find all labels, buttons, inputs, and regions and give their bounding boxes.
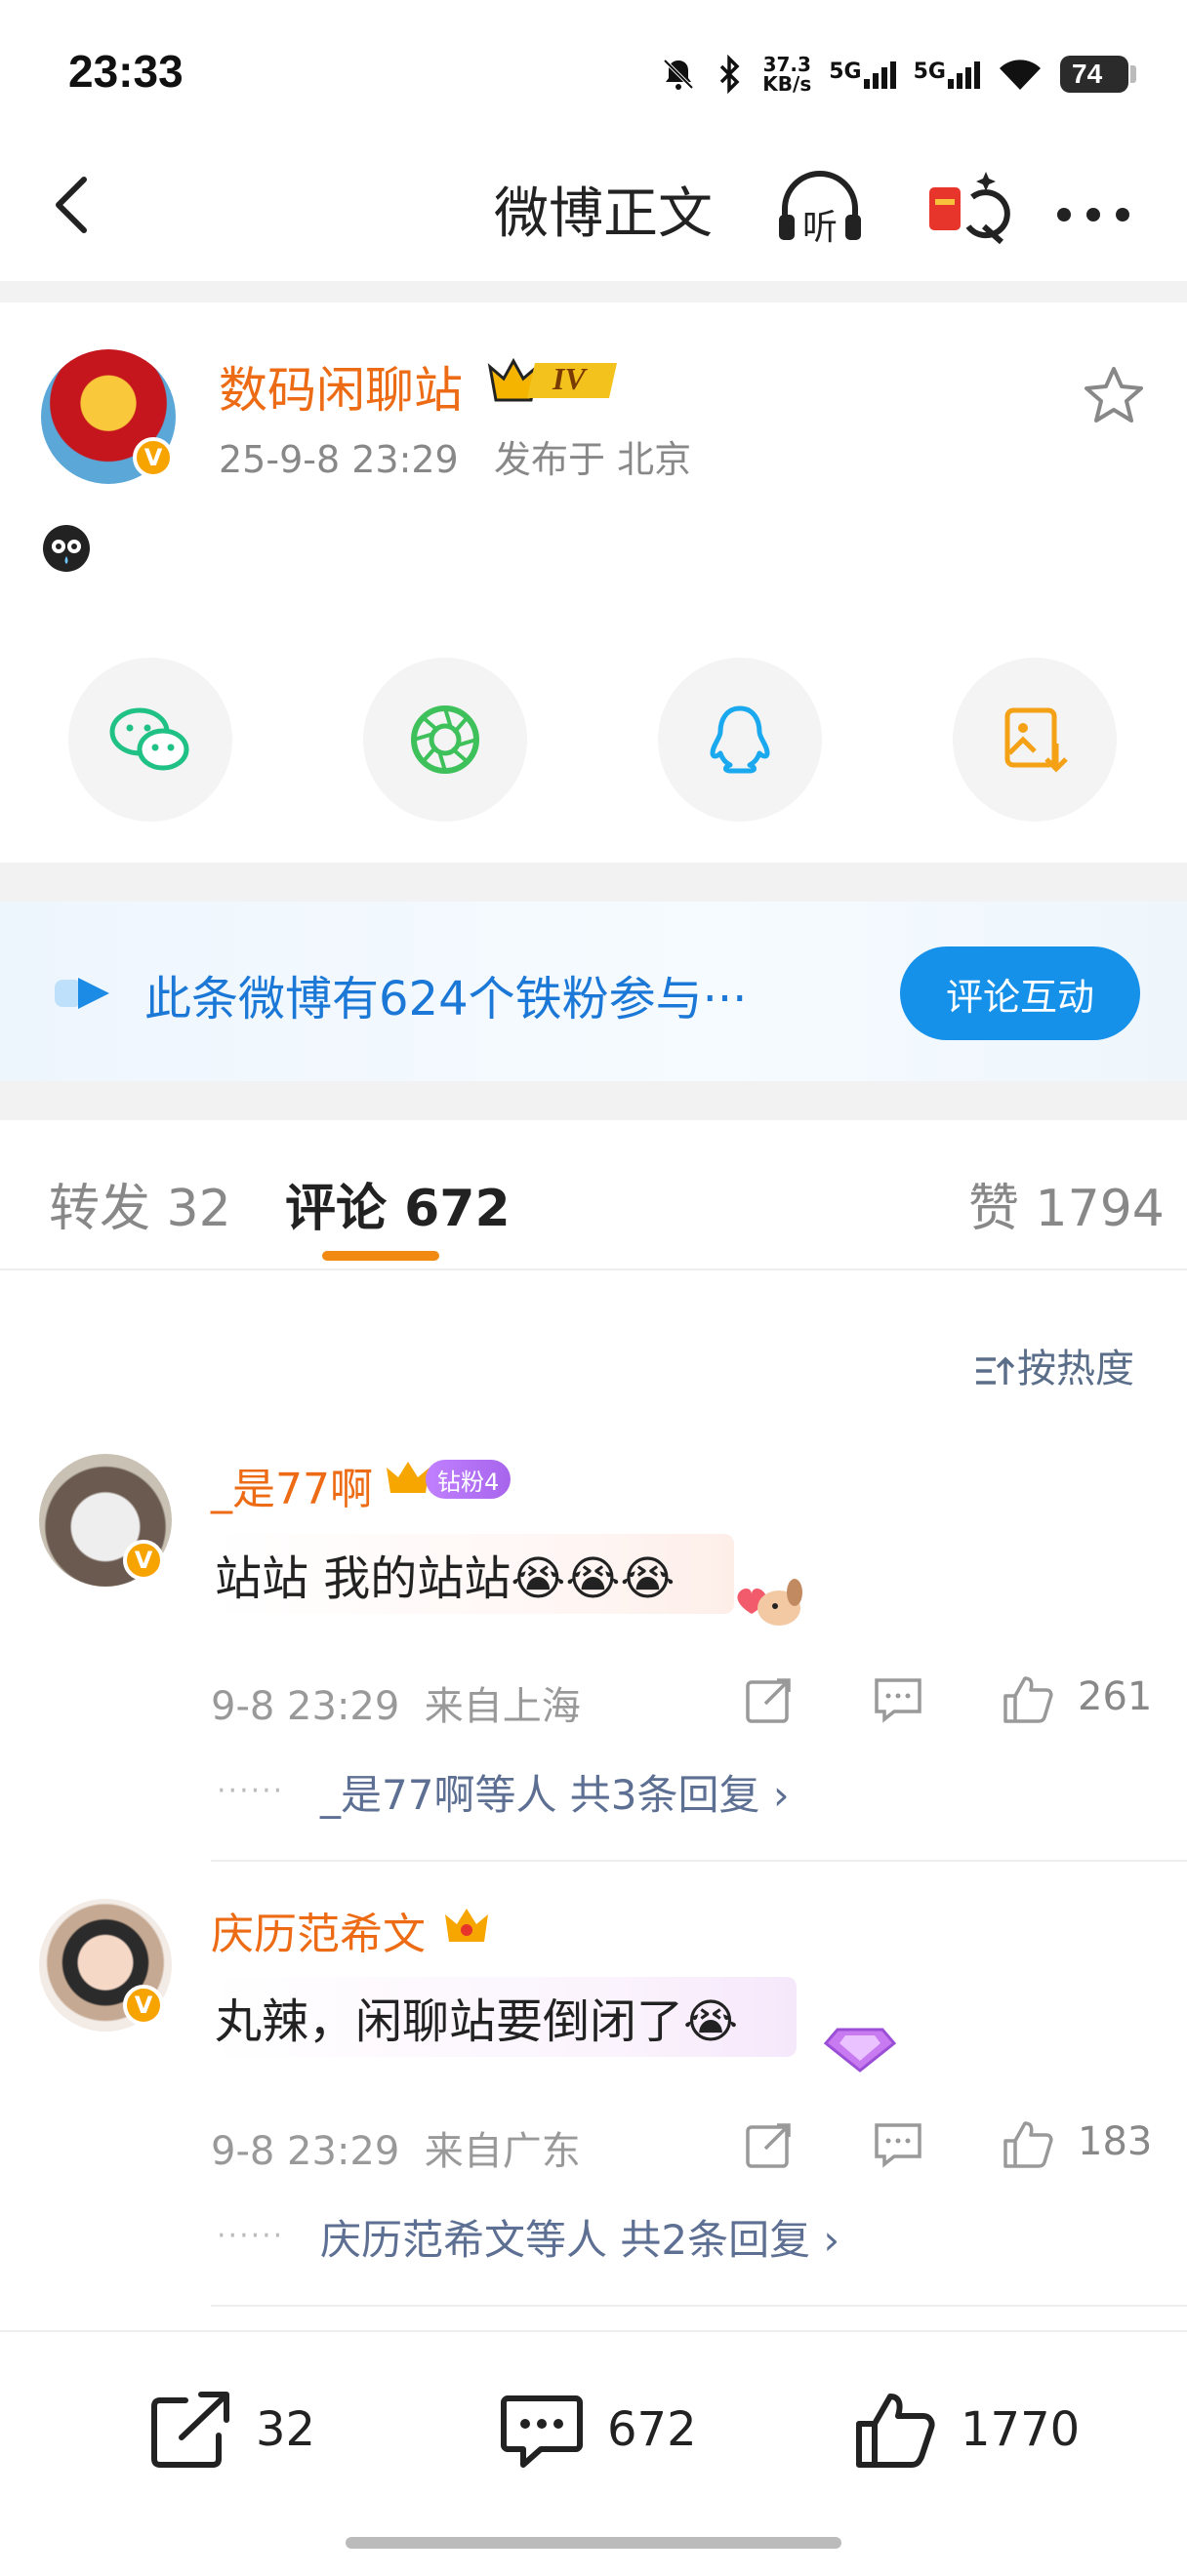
tab-like[interactable]: 赞 1794 xyxy=(968,1167,1165,1240)
like-comment-icon[interactable] xyxy=(1000,1672,1054,1727)
view-replies-link[interactable]: 庆历范希文等人 共2条回复 › xyxy=(320,2207,839,2267)
thumbs-up-icon xyxy=(856,2394,935,2468)
signal-bars-icon xyxy=(948,60,980,89)
comment-count: 672 xyxy=(607,2402,697,2457)
repost-count: 32 xyxy=(256,2402,316,2457)
section-divider xyxy=(0,863,1187,902)
listen-button[interactable]: 听 xyxy=(771,158,869,256)
verified-badge-icon: V xyxy=(123,1985,164,2026)
battery-indicator: 74 xyxy=(1060,56,1136,93)
section-divider xyxy=(0,281,1187,302)
repost-comment-icon[interactable] xyxy=(742,1672,797,1727)
repost-icon xyxy=(151,2392,229,2468)
sort-icon xyxy=(976,1356,1015,1385)
signal-1: 5G xyxy=(829,60,896,89)
fans-banner[interactable]: 此条微博有624个铁粉参与··· 评论互动 xyxy=(0,902,1187,1081)
sort-by-hot-button[interactable]: 按热度 xyxy=(974,1337,1134,1393)
active-tab-indicator xyxy=(322,1251,439,1261)
mute-bell-icon xyxy=(663,59,694,90)
comment-button[interactable]: 672 xyxy=(498,2389,697,2471)
share-qq-button[interactable] xyxy=(658,658,822,822)
comment-like-count: 183 xyxy=(1078,2119,1153,2164)
comment-interact-button[interactable]: 评论互动 xyxy=(900,946,1140,1040)
repost-button[interactable]: 32 xyxy=(146,2389,315,2471)
crying-emoji-icon xyxy=(43,525,90,572)
verified-badge-icon: V xyxy=(133,437,174,478)
like-button[interactable]: 1770 xyxy=(851,2389,1080,2471)
crown-icon xyxy=(445,1909,488,1942)
net-speed: 37.3 KB/s xyxy=(762,53,812,96)
comment-author[interactable]: _是77啊 xyxy=(211,1454,373,1516)
page-title: 微博正文 xyxy=(494,182,713,246)
comment-meta: 9-8 23:29 来自广东 xyxy=(211,2129,581,2174)
comment-author[interactable]: 庆历范希文 xyxy=(211,1899,426,1961)
status-icons: 37.3 KB/s 5G 5G 74 xyxy=(659,45,1136,103)
wifi-icon xyxy=(1000,60,1041,90)
post-location: 发布于 北京 xyxy=(493,438,692,481)
qq-penguin-icon xyxy=(710,705,770,774)
diamond-sticker-icon xyxy=(823,2028,897,2073)
comment-divider xyxy=(211,1860,1187,1862)
fans-banner-text: 此条微博有624个铁粉参与··· xyxy=(144,972,748,1026)
tab-divider xyxy=(0,1268,1187,1270)
comment-icon xyxy=(501,2395,583,2468)
comment-text: 丸辣，闲聊站要倒闭了😭 xyxy=(211,1977,798,2057)
signal-2: 5G xyxy=(914,60,980,89)
status-time: 23:33 xyxy=(68,46,184,97)
section-divider xyxy=(0,1081,1187,1120)
share-moments-button[interactable] xyxy=(363,658,527,822)
comment-text: 站站 我的站站😭😭😭 xyxy=(211,1534,734,1614)
reply-dots: ······ xyxy=(217,2219,285,2253)
reply-comment-icon[interactable] xyxy=(871,2117,925,2172)
signal-bars-icon xyxy=(863,60,896,89)
top-nav: 微博正文 听 xyxy=(0,146,1187,283)
comment-divider xyxy=(211,2305,1187,2307)
fans-arrow-icon xyxy=(55,978,109,1009)
reply-dots: ······ xyxy=(217,1774,285,1808)
share-wechat-button[interactable] xyxy=(68,658,232,822)
post-meta: 25-9-8 23:29 发布于 北京 xyxy=(219,429,691,483)
status-bar: 23:33 37.3 KB/s 5G 5G 74 xyxy=(0,0,1187,146)
like-count: 1770 xyxy=(961,2402,1081,2457)
comment-like-count: 261 xyxy=(1078,1674,1153,1719)
reply-comment-icon[interactable] xyxy=(871,1672,925,1727)
image-download-icon xyxy=(1004,707,1068,773)
puppy-sticker-icon xyxy=(737,1579,802,1626)
like-comment-icon[interactable] xyxy=(1000,2117,1054,2172)
repost-comment-icon[interactable] xyxy=(742,2117,797,2172)
moments-aperture-icon xyxy=(411,705,479,774)
back-arrow-icon[interactable] xyxy=(39,166,107,244)
member-crown-badge: IV xyxy=(484,353,621,408)
red-packet-icon[interactable] xyxy=(916,158,1013,256)
wechat-icon xyxy=(109,707,189,771)
listen-label: 听 xyxy=(802,208,839,248)
verified-badge-icon: V xyxy=(123,1540,164,1581)
author-name[interactable]: 数码闲聊站 xyxy=(219,351,463,422)
save-image-button[interactable] xyxy=(953,658,1117,822)
tab-comment[interactable]: 评论 672 xyxy=(285,1167,511,1240)
tab-repost[interactable]: 转发 32 xyxy=(49,1167,231,1240)
comment-meta: 9-8 23:29 来自上海 xyxy=(211,1684,581,1729)
fan-level-badge: 钻粉4 xyxy=(426,1460,512,1499)
more-options-icon[interactable] xyxy=(1044,158,1142,256)
post-timestamp: 25-9-8 23:29 xyxy=(219,438,459,481)
home-indicator[interactable] xyxy=(346,2537,841,2549)
bluetooth-icon xyxy=(720,55,740,94)
favorite-star-icon[interactable] xyxy=(1080,361,1148,429)
view-replies-link[interactable]: _是77啊等人 共3条回复 › xyxy=(320,1762,790,1822)
